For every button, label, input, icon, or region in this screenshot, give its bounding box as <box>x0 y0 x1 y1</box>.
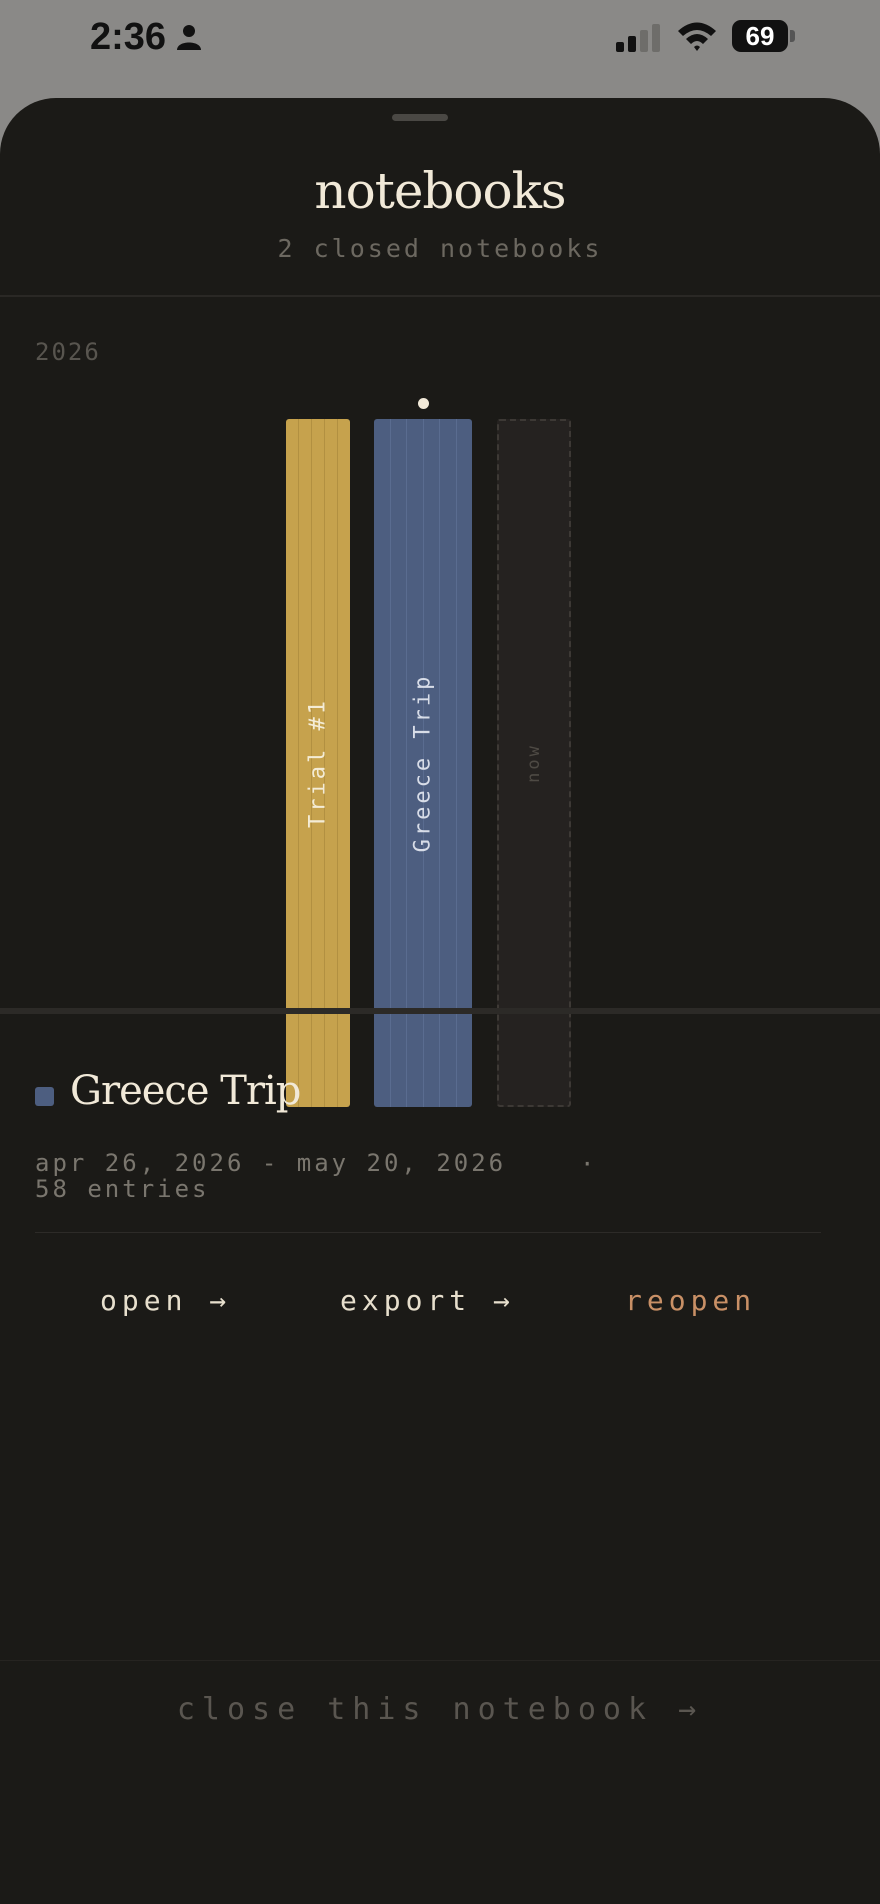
divider <box>0 295 880 297</box>
export-button[interactable]: export → <box>340 1284 515 1317</box>
notebook-entry-count: 58 entries <box>35 1175 210 1203</box>
book-label: now <box>524 743 544 783</box>
status-time: 2:36 <box>90 16 167 58</box>
status-bar: 2:36 69 <box>0 0 880 80</box>
book-greece-trip[interactable]: Greece Trip <box>374 419 472 1107</box>
year-label: 2026 <box>35 338 101 366</box>
wifi-icon <box>676 20 718 57</box>
notebook-date-range: apr 26, 2026 - may 20, 2026 <box>35 1149 507 1177</box>
close-notebook-button[interactable]: close this notebook → <box>0 1692 880 1727</box>
battery-cap <box>790 30 795 42</box>
sheet-grabber[interactable] <box>392 114 448 121</box>
meta-separator: · <box>580 1150 595 1178</box>
book-label: Trial #1 <box>305 698 331 828</box>
notebooks-sheet: notebooks 2 closed notebooks 2026 Trial … <box>0 98 880 1904</box>
open-button[interactable]: open → <box>100 1284 231 1317</box>
page-title: notebooks <box>314 162 566 220</box>
battery-icon: 69 <box>732 20 788 52</box>
notebook-meta: apr 26, 2026 - may 20, 2026 58 entries <box>35 1150 506 1202</box>
selected-indicator-dot <box>418 398 429 409</box>
bookshelf-line <box>0 1008 880 1014</box>
notebook-title: Greece Trip <box>70 1068 301 1114</box>
book-trial-1[interactable]: Trial #1 <box>286 419 350 1107</box>
book-label: Greece Trip <box>410 673 436 853</box>
divider <box>0 1660 880 1661</box>
book-now-placeholder[interactable]: now <box>497 419 571 1107</box>
person-icon <box>176 24 202 55</box>
divider <box>35 1232 821 1233</box>
page-subtitle: 2 closed notebooks <box>277 234 603 263</box>
notebook-color-swatch <box>35 1087 54 1106</box>
reopen-button[interactable]: reopen <box>625 1284 756 1317</box>
signal-icon <box>616 24 664 57</box>
